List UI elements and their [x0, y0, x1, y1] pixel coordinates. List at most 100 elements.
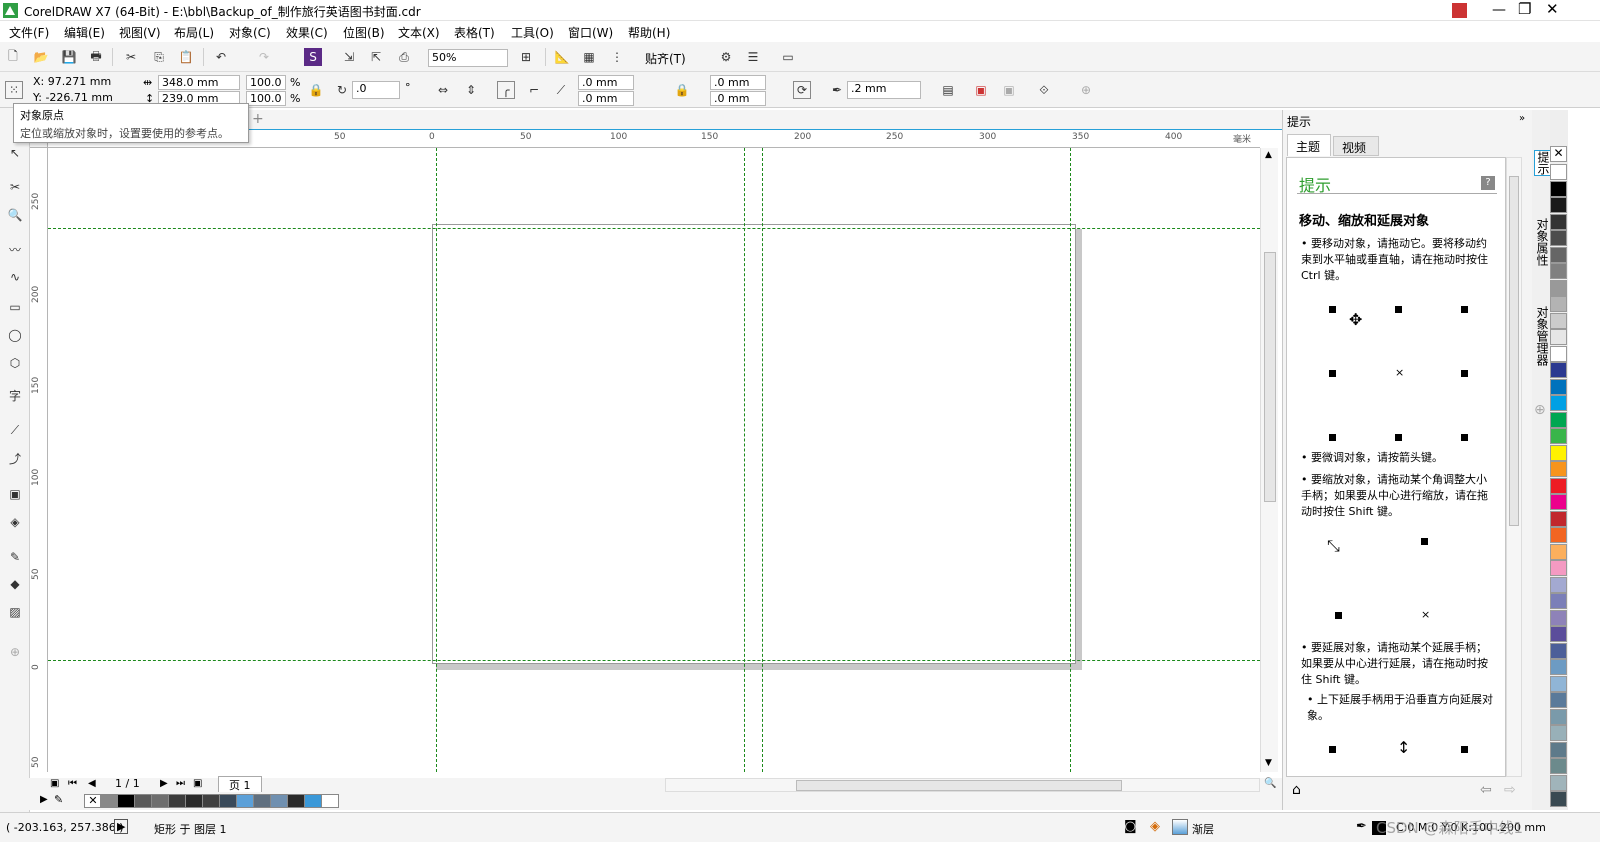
palette-color-swatch[interactable] — [1550, 692, 1567, 708]
new-document-icon[interactable]: 🗋 — [4, 48, 22, 66]
horizontal-scroll-thumb[interactable] — [796, 780, 1122, 791]
palette-color-swatch[interactable] — [1550, 444, 1567, 461]
export-icon[interactable]: ⇱ — [367, 48, 385, 66]
color-swatch[interactable] — [236, 794, 254, 808]
color-swatch[interactable] — [304, 794, 322, 808]
zoom-level-select[interactable]: 50% — [428, 49, 508, 67]
menu-text[interactable]: 文本(X) — [398, 24, 440, 41]
add-docker-icon[interactable]: ⊕ — [1534, 402, 1546, 418]
color-proof-icon[interactable]: ◙ — [1124, 819, 1137, 834]
publish-pdf-icon[interactable]: ⎙ — [395, 48, 413, 66]
guideline-vertical[interactable] — [762, 148, 763, 772]
launch-icon[interactable]: ▭ — [779, 48, 797, 66]
convert-to-curves-icon[interactable]: ⟐ — [1035, 81, 1053, 99]
docker-home-icon[interactable]: ⌂ — [1292, 782, 1301, 798]
page-border[interactable] — [432, 224, 1076, 664]
show-guidelines-icon[interactable]: ⋮ — [608, 48, 626, 66]
color-swatch[interactable] — [117, 794, 135, 808]
guideline-horizontal[interactable] — [48, 660, 1260, 661]
palette-no-fill-swatch[interactable]: ✕ — [1550, 146, 1567, 162]
save-icon[interactable]: 💾 — [60, 48, 78, 66]
palette-color-swatch[interactable] — [1550, 708, 1567, 725]
color-swatch[interactable] — [185, 794, 203, 808]
color-swatch[interactable] — [253, 794, 271, 808]
show-rulers-icon[interactable]: 📐 — [553, 48, 571, 66]
palette-color-swatch[interactable] — [1550, 510, 1567, 527]
palette-color-swatch[interactable] — [1550, 774, 1567, 791]
scale-x-field[interactable]: 100.0 — [246, 75, 286, 90]
guideline-vertical[interactable] — [1070, 148, 1071, 772]
palette-color-swatch[interactable] — [1550, 279, 1567, 296]
menu-object[interactable]: 对象(C) — [229, 24, 271, 41]
width-field[interactable]: 348.0 mm — [158, 75, 240, 90]
palette-color-swatch[interactable] — [1550, 725, 1567, 741]
x-position-field[interactable]: X: 97.271 mm — [30, 75, 128, 90]
palette-color-swatch[interactable] — [1550, 378, 1567, 395]
guideline-horizontal[interactable] — [48, 228, 1260, 229]
to-front-icon[interactable]: ▣ — [972, 81, 990, 99]
corner-radius-bl-field[interactable]: .0 mm — [578, 91, 634, 106]
polygon-tool-icon[interactable]: ⬡ — [6, 354, 24, 372]
wrap-text-icon[interactable]: ▤ — [939, 81, 957, 99]
add-page-icon[interactable]: ▣ — [50, 778, 59, 789]
palette-color-swatch[interactable] — [1550, 494, 1567, 510]
drop-shadow-tool-icon[interactable]: ▣ — [6, 485, 24, 503]
add-tool-icon[interactable]: ⊕ — [6, 643, 24, 661]
transparency-tool-icon[interactable]: ◈ — [6, 513, 24, 531]
docker-tab-videos[interactable]: 视频 — [1333, 136, 1379, 156]
scalloped-corner-icon[interactable]: ⌐ — [525, 81, 543, 99]
lock-ratio-icon[interactable]: 🔒 — [307, 81, 325, 99]
scroll-down-icon[interactable]: ▼ — [1265, 758, 1272, 768]
redo-icon[interactable]: ↷ — [255, 48, 273, 66]
menu-file[interactable]: 文件(F) — [9, 24, 49, 41]
options-icon[interactable]: ⚙ — [717, 48, 735, 66]
previous-page-icon[interactable]: ◀ — [88, 778, 96, 789]
palette-color-swatch[interactable] — [1550, 741, 1567, 758]
horizontal-scrollbar[interactable] — [665, 778, 1260, 792]
palette-color-swatch[interactable] — [1550, 345, 1567, 362]
menu-tools[interactable]: 工具(O) — [511, 24, 554, 41]
palette-color-swatch[interactable] — [1550, 197, 1567, 213]
color-swatch[interactable] — [321, 794, 339, 808]
palette-color-swatch[interactable] — [1550, 180, 1567, 197]
help-icon[interactable]: ? — [1481, 176, 1495, 190]
menu-layout[interactable]: 布局(L) — [174, 24, 214, 41]
docker-scrollbar[interactable] — [1506, 157, 1522, 777]
color-swatch[interactable] — [168, 794, 186, 808]
round-corner-icon[interactable]: ╭ — [497, 81, 515, 99]
search-content-icon[interactable]: S — [304, 48, 322, 66]
palette-color-swatch[interactable] — [1550, 213, 1567, 230]
import-icon[interactable]: ⇲ — [340, 48, 358, 66]
first-page-icon[interactable]: ⏮ — [68, 778, 77, 789]
palette-color-swatch[interactable] — [1550, 527, 1567, 543]
vertical-scrollbar[interactable]: ▲ ▼ — [1260, 148, 1278, 772]
outline-width-select[interactable]: .2 mm — [847, 81, 921, 99]
color-swatch[interactable] — [151, 794, 169, 808]
vtab-object-properties[interactable]: 对象属性 — [1534, 218, 1551, 266]
to-back-icon[interactable]: ▣ — [1000, 81, 1018, 99]
menu-view[interactable]: 视图(V) — [119, 24, 161, 41]
palette-color-swatch[interactable] — [1550, 362, 1567, 378]
undo-icon[interactable]: ↶ — [212, 48, 230, 66]
object-origin-icon[interactable]: ⁙ — [5, 81, 23, 99]
rectangle-tool-icon[interactable]: ▭ — [6, 298, 24, 316]
docker-forward-icon[interactable]: ⇨ — [1504, 782, 1516, 798]
add-document-tab-icon[interactable]: + — [252, 111, 264, 127]
lock-corners-icon[interactable]: 🔒 — [673, 81, 691, 99]
docker-tab-topics[interactable]: 主题 — [1287, 134, 1331, 156]
palette-color-swatch[interactable] — [1550, 246, 1567, 263]
palette-color-swatch[interactable] — [1550, 395, 1567, 411]
palette-color-swatch[interactable] — [1550, 329, 1567, 345]
ellipse-tool-icon[interactable]: ◯ — [6, 326, 24, 344]
guideline-vertical[interactable] — [436, 148, 437, 772]
open-icon[interactable]: 📂 — [32, 48, 50, 66]
paste-icon[interactable]: 📋 — [177, 48, 195, 66]
menu-window[interactable]: 窗口(W) — [568, 24, 613, 41]
status-expand-icon[interactable]: ▶ — [114, 819, 129, 834]
last-page-icon[interactable]: ⏭ — [176, 778, 185, 789]
palette-color-swatch[interactable] — [1550, 593, 1567, 609]
palette-color-swatch[interactable] — [1550, 758, 1567, 774]
scroll-up-icon[interactable]: ▲ — [1265, 150, 1272, 160]
palette-color-swatch[interactable] — [1550, 477, 1567, 494]
maximize-button[interactable]: ❐ — [1518, 0, 1531, 18]
